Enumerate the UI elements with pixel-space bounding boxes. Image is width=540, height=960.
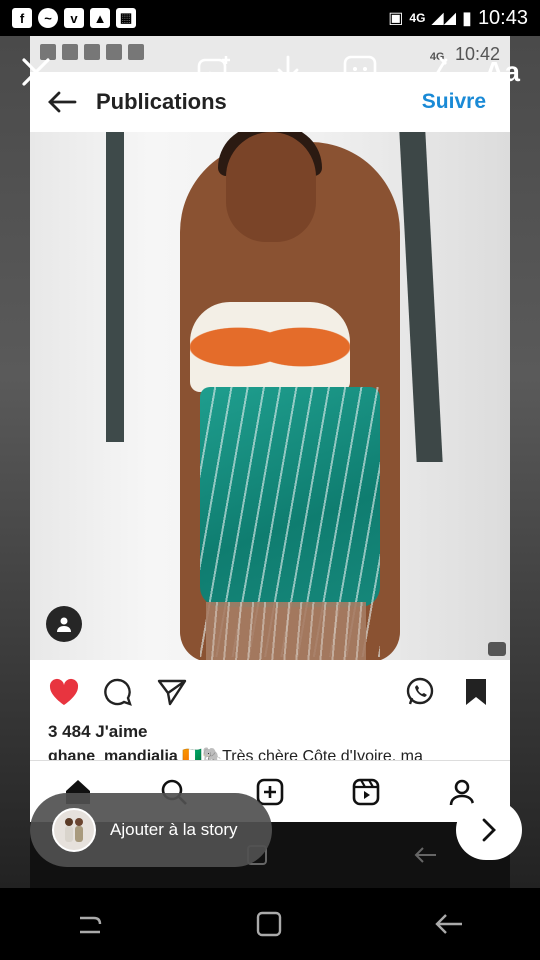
sticker-photo-icon[interactable] (194, 52, 234, 92)
add-to-story-button[interactable]: Ajouter à la story (30, 793, 272, 867)
home-button-icon[interactable] (255, 910, 283, 938)
status-right: ▣ 4G ◢◢ ▮ 10:43 (388, 7, 528, 30)
add-to-story-label: Ajouter à la story (110, 820, 238, 839)
draw-icon[interactable] (412, 52, 452, 92)
recent-apps-icon[interactable] (76, 910, 104, 938)
whatsapp-icon[interactable] (402, 674, 438, 710)
chevron-right-icon (482, 818, 496, 842)
curtain-left (106, 132, 124, 442)
like-heart-icon[interactable] (46, 674, 82, 710)
download-icon[interactable] (268, 52, 308, 92)
comment-icon[interactable] (100, 674, 136, 710)
messenger-icon: ~ (38, 8, 58, 28)
system-navigation-bar (0, 888, 540, 960)
status-bar: f ~ v ▲ ▦ ▣ 4G ◢◢ ▮ 10:43 (0, 0, 540, 36)
facebook-icon: f (12, 8, 32, 28)
share-icon[interactable] (154, 674, 190, 710)
close-icon[interactable] (16, 52, 56, 92)
network-type: 4G (409, 11, 426, 25)
sticker-icon[interactable] (340, 52, 380, 92)
shared-screenshot: 4G 10:42 Publications Suivre 3 484 J'aim… (30, 36, 510, 888)
profile-thumbnail (52, 808, 96, 852)
post-photo (30, 132, 510, 660)
notification-icons: f ~ v ▲ ▦ (12, 8, 136, 28)
clock: 10:43 (477, 6, 528, 29)
curtain-right (399, 132, 443, 462)
save-bookmark-icon[interactable] (458, 674, 494, 710)
text-icon[interactable]: Aa (482, 52, 522, 92)
likes-count: 3 484 J'aime (48, 722, 148, 741)
app-icon: ▦ (116, 8, 136, 28)
next-button[interactable] (456, 800, 522, 860)
gallery-icon: ▲ (90, 8, 110, 28)
reels-icon[interactable] (348, 774, 384, 810)
vimeo-icon: v (64, 8, 84, 28)
tagged-user-icon[interactable] (46, 606, 82, 642)
watermark-icon (488, 642, 506, 656)
back-button-icon[interactable] (434, 912, 464, 936)
story-toolbar: Aa (0, 52, 540, 98)
post-actions (30, 660, 510, 724)
actions-right (402, 674, 494, 710)
screen: f ~ v ▲ ▦ ▣ 4G ◢◢ ▮ 10:43 4G 10:42 Publi… (0, 0, 540, 960)
dress-sheer-hem (206, 602, 366, 660)
sim-icon: ▣ (388, 10, 404, 27)
back-arrow-small-icon (414, 847, 437, 863)
battery-icon: ▮ (462, 7, 472, 28)
signal-icon: ◢◢ (431, 10, 457, 27)
model-head (226, 132, 316, 242)
dress-bodice (190, 302, 350, 392)
